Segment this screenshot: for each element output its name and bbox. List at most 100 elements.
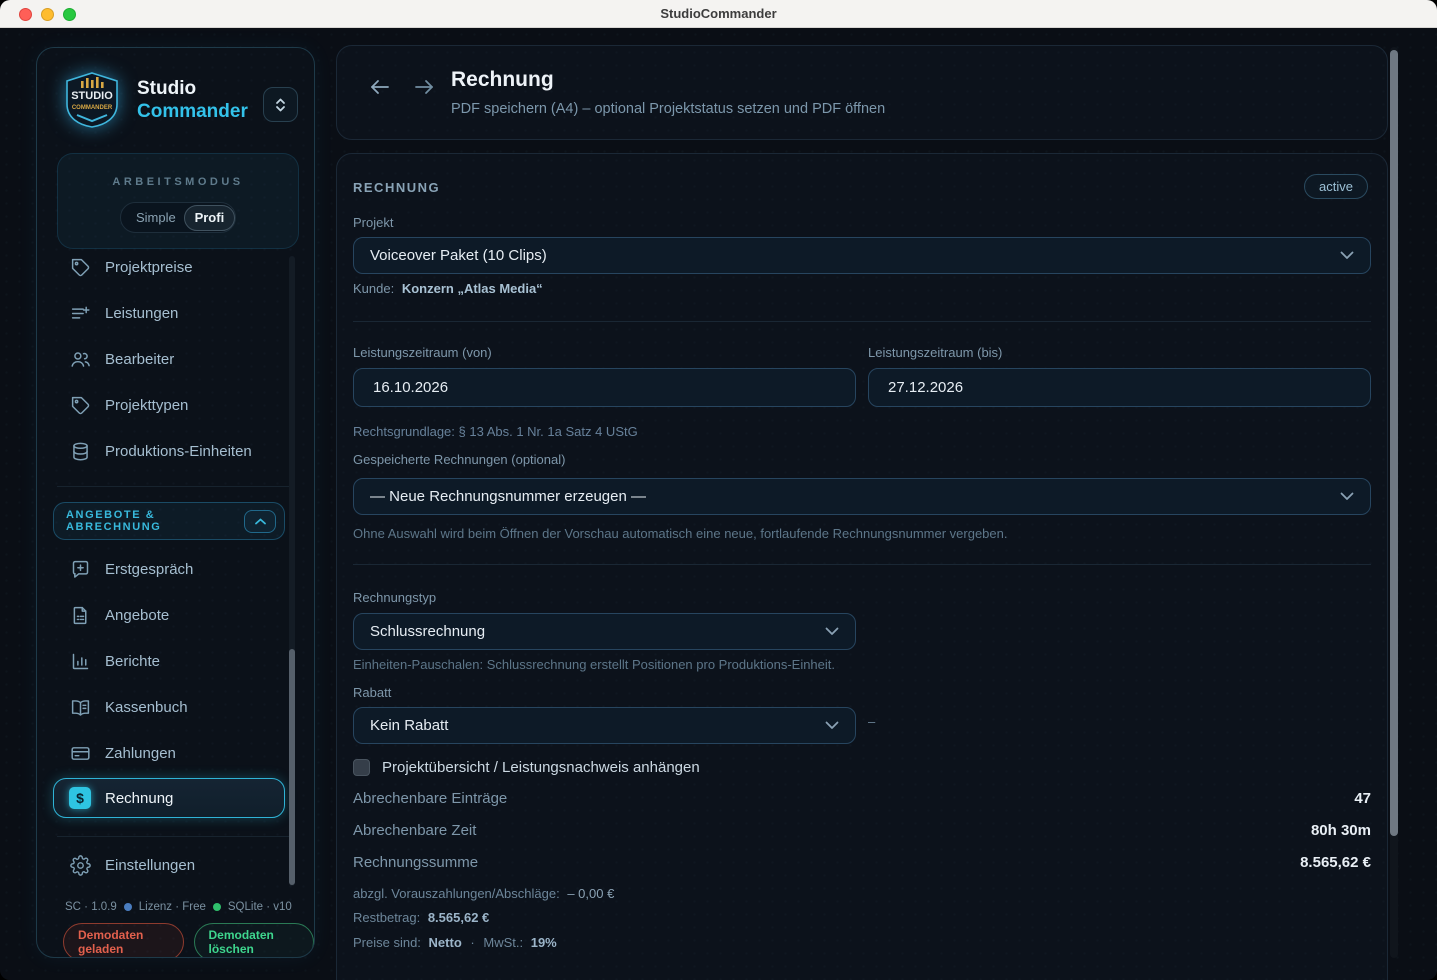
sidebar-item-bearbeiter[interactable]: Bearbeiter	[53, 336, 289, 382]
users-icon	[70, 349, 91, 370]
sidebar-divider	[57, 836, 294, 837]
license-status: Lizenz · Free	[139, 901, 206, 913]
tag-icon	[70, 257, 91, 278]
database-icon	[70, 441, 91, 462]
summary-row-total: Rechnungssumme 8.565,62 €	[353, 854, 1371, 871]
summary-row-entries: Abrechenbare Einträge 47	[353, 790, 1371, 807]
main-scrollbar[interactable]	[1390, 47, 1398, 958]
sidebar-item-zahlungen[interactable]: Zahlungen	[53, 730, 289, 776]
app-version: SC · 1.0.9	[65, 901, 117, 913]
summary-value: 47	[1354, 790, 1371, 807]
invoice-type-hint: Einheiten-Pauschalen: Schlussrechnung er…	[353, 657, 835, 672]
sidebar-item-berichte[interactable]: Berichte	[53, 638, 289, 684]
workmode-toggle: Simple Profi	[120, 202, 236, 233]
summary-label: Abrechenbare Zeit	[353, 822, 476, 839]
divider	[353, 321, 1371, 322]
rest-line: Restbetrag: 8.565,62 €	[353, 910, 489, 925]
invoice-type-value: Schlussrechnung	[370, 623, 485, 640]
chevron-down-icon	[825, 721, 839, 730]
divider	[353, 564, 1371, 565]
summary-value: 80h 30m	[1311, 822, 1371, 839]
saved-invoices-value: — Neue Rechnungsnummer erzeugen —	[370, 488, 646, 505]
database-status-dot	[213, 903, 221, 911]
sidebar-nav: Projektpreise Leistungen Bearbeiter	[37, 254, 314, 842]
logo-text-commander: COMMANDER	[72, 105, 113, 111]
sidebar-item-projekttypen[interactable]: Projekttypen	[53, 382, 289, 428]
summary-row-time: Abrechenbare Zeit 80h 30m	[353, 822, 1371, 839]
minimize-window-button[interactable]	[41, 8, 54, 21]
invoice-icon: $	[69, 787, 91, 809]
section-collapse-button[interactable]	[244, 510, 276, 533]
attach-report-row: Projektübersicht / Leistungsnachweis anh…	[353, 759, 700, 776]
brand-line2: Commander	[137, 100, 248, 123]
demo-data-loaded-badge[interactable]: Demodaten geladen	[63, 923, 184, 958]
period-from-input[interactable]: 16.10.2026	[353, 368, 856, 407]
period-to-input[interactable]: 27.12.2026	[868, 368, 1371, 407]
zoom-window-button[interactable]	[63, 8, 76, 21]
prices-label: Preise sind:	[353, 935, 421, 950]
workmode-option-profi[interactable]: Profi	[184, 205, 235, 231]
close-window-button[interactable]	[19, 8, 32, 21]
sidebar-item-label: Projekttypen	[105, 397, 188, 414]
page-title: Rechnung	[451, 68, 554, 92]
workmode-card: ARBEITSMODUS Simple Profi	[57, 153, 299, 249]
chevron-down-icon	[1340, 492, 1354, 501]
chat-plus-icon	[70, 559, 91, 580]
sidebar-item-angebote[interactable]: Angebote	[53, 592, 289, 638]
saved-invoices-select[interactable]: — Neue Rechnungsnummer erzeugen —	[353, 478, 1371, 515]
tag-icon	[70, 395, 91, 416]
demo-data-delete-button[interactable]: Demodaten löschen	[194, 923, 315, 958]
back-button[interactable]	[369, 76, 391, 98]
sidebar-item-label: Leistungen	[105, 305, 178, 322]
app-window: StudioCommander STUDIO COMMANDER Studio …	[0, 0, 1437, 980]
sidebar-item-label: Zahlungen	[105, 745, 176, 762]
brand-title: Studio Commander	[137, 77, 248, 123]
sidebar-item-rechnung[interactable]: $ Rechnung	[53, 778, 285, 818]
sidebar: STUDIO COMMANDER Studio Commander ARBEIT…	[36, 47, 315, 958]
page-header-card: Rechnung PDF speichern (A4) – optional P…	[336, 45, 1388, 140]
bar-chart-icon	[70, 651, 91, 672]
sidebar-item-kassenbuch[interactable]: Kassenbuch	[53, 684, 289, 730]
rest-value: 8.565,62 €	[428, 910, 489, 925]
section-angebote-abrechnung[interactable]: ANGEBOTE & ABRECHNUNG	[53, 502, 285, 540]
status-badge: active	[1304, 174, 1368, 199]
discount-value: Kein Rabatt	[370, 717, 448, 734]
sidebar-item-produktions-einheiten[interactable]: Produktions-Einheiten	[53, 428, 289, 474]
workspace-switcher-button[interactable]	[263, 87, 298, 122]
summary-label: Abrechenbare Einträge	[353, 790, 507, 807]
discount-select[interactable]: Kein Rabatt	[353, 707, 856, 744]
summary-value: 8.565,62 €	[1300, 854, 1371, 871]
license-status-dot	[124, 903, 132, 911]
invoice-card: RECHNUNG active Projekt Voiceover Paket …	[336, 153, 1388, 980]
rest-label: Restbetrag:	[353, 910, 420, 925]
attach-checkbox[interactable]	[353, 759, 370, 776]
saved-invoices-label: Gespeicherte Rechnungen (optional)	[353, 452, 565, 467]
sidebar-scrollbar-thumb[interactable]	[289, 649, 295, 885]
sidebar-item-label: Rechnung	[105, 790, 173, 807]
arrow-left-icon	[370, 79, 390, 95]
credit-card-icon	[70, 743, 91, 764]
legal-basis-text: Rechtsgrundlage: § 13 Abs. 1 Nr. 1a Satz…	[353, 424, 638, 439]
gear-icon	[70, 855, 91, 876]
sidebar-item-leistungen[interactable]: Leistungen	[53, 290, 289, 336]
separator-dot: ·	[470, 935, 474, 950]
deduction-label: abzgl. Vorauszahlungen/Abschläge:	[353, 886, 560, 901]
workmode-option-simple[interactable]: Simple	[121, 210, 176, 225]
sidebar-item-label: Projektpreise	[105, 259, 193, 276]
project-label: Projekt	[353, 215, 393, 230]
sidebar-item-label: Angebote	[105, 607, 169, 624]
sidebar-item-erstgespraech[interactable]: Erstgespräch	[53, 546, 289, 592]
invoice-type-select[interactable]: Schlussrechnung	[353, 613, 856, 650]
discount-suffix: –	[868, 714, 875, 729]
main-scrollbar-thumb[interactable]	[1390, 50, 1398, 836]
sidebar-item-einstellungen[interactable]: Einstellungen	[53, 842, 289, 888]
sidebar-scrollbar[interactable]	[289, 256, 295, 886]
project-select-value: Voiceover Paket (10 Clips)	[370, 247, 547, 264]
project-select[interactable]: Voiceover Paket (10 Clips)	[353, 237, 1371, 274]
sidebar-item-projektpreise[interactable]: Projektpreise	[53, 254, 289, 290]
customer-value: Konzern „Atlas Media“	[402, 281, 543, 296]
forward-button[interactable]	[413, 76, 435, 98]
period-from-label: Leistungszeitraum (von)	[353, 345, 492, 360]
customer-label: Kunde:	[353, 281, 394, 296]
list-plus-icon	[70, 303, 91, 324]
